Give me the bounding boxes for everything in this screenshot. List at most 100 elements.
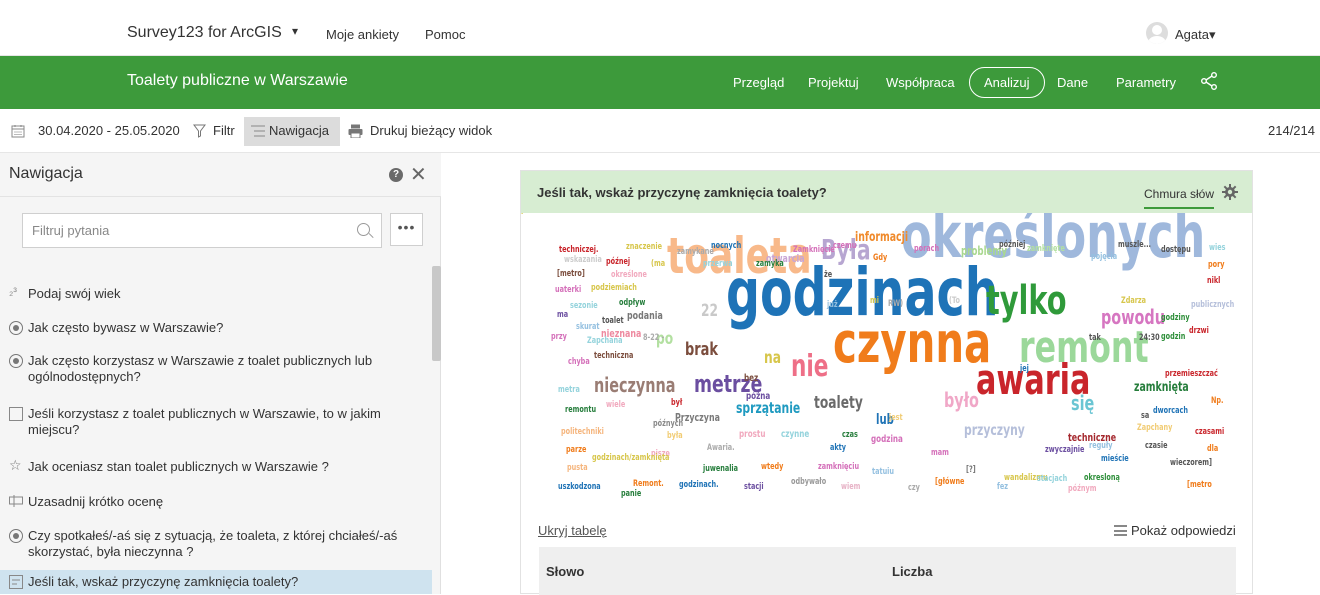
close-icon[interactable]: ✕	[410, 162, 427, 187]
tab-design[interactable]: Projektuj	[808, 75, 859, 90]
word-cloud-word: podania	[627, 309, 663, 323]
question-item[interactable]: Podaj swój wiek	[28, 286, 408, 302]
nav-my-surveys[interactable]: Moje ankiety	[326, 27, 399, 42]
tab-data[interactable]: Dane	[1057, 75, 1088, 90]
word-cloud-word: sprzątanie	[736, 399, 801, 417]
filter-questions-field[interactable]	[22, 213, 382, 248]
word-cloud-word: przy	[551, 331, 567, 342]
app-brand[interactable]: Survey123 for ArcGIS	[127, 24, 282, 42]
checkbox-icon	[9, 407, 23, 421]
word-cloud-word: Gdy	[873, 252, 888, 263]
word-cloud-word: był	[671, 397, 683, 408]
word-cloud-word: nocnych	[711, 240, 742, 251]
word-cloud-word: 24:30	[1139, 332, 1160, 343]
nav-help[interactable]: Pomoc	[425, 27, 465, 42]
word-cloud-word: podziemiach	[591, 282, 637, 293]
word-cloud-word: akty	[830, 442, 847, 453]
word-cloud-word: metra	[558, 384, 580, 395]
word-cloud-word: nieczynna	[594, 373, 676, 397]
question-item[interactable]: Jak oceniasz stan toalet publicznych w W…	[28, 459, 408, 475]
question-item[interactable]: Jeśli tak, wskaż przyczynę zamknięcia to…	[28, 574, 408, 590]
word-cloud-word: tylko	[986, 278, 1067, 324]
brand-dropdown-caret[interactable]: ▾	[292, 24, 298, 38]
word-cloud-word: 22	[701, 301, 719, 322]
word-cloud-word: toalet	[602, 315, 624, 326]
top-bar: Survey123 for ArcGIS ▾ Moje ankiety Pomo…	[0, 0, 1320, 56]
question-item[interactable]: Czy spotkałeś/-aś się z sytuacją, że toa…	[28, 528, 408, 560]
text-field-icon	[9, 495, 23, 507]
word-cloud-word: Awaria.	[707, 442, 735, 453]
word-cloud-word: dla	[1207, 443, 1219, 454]
word-cloud-tab[interactable]: Chmura słów	[1144, 187, 1215, 209]
tab-overview[interactable]: Przegląd	[733, 75, 784, 90]
word-cloud-word: wieczorem]	[1170, 457, 1212, 468]
panel-scrollbar[interactable]	[432, 266, 441, 361]
word-cloud-word: sa	[1141, 410, 1150, 421]
user-menu[interactable]: Agata▾	[1175, 27, 1216, 43]
word-cloud-word: mi	[870, 295, 879, 306]
word-cloud-word: pory	[1208, 259, 1225, 270]
question-item[interactable]: Jeśli korzystasz z toalet publicznych w …	[28, 406, 408, 438]
word-cloud-word: stacji	[744, 481, 764, 492]
word-cloud-word: Np.	[1211, 395, 1224, 406]
multiline-text-icon	[9, 575, 23, 589]
word-cloud-word: techniczna	[594, 350, 634, 361]
word-cloud-word: pojęcia	[1091, 251, 1118, 262]
question-item[interactable]: Jak często bywasz w Warszawie?	[28, 320, 408, 336]
share-icon[interactable]	[1199, 71, 1219, 91]
question-list: ₂³ Podaj swój wiek Jak często bywasz w W…	[0, 261, 432, 594]
print-icon[interactable]	[348, 124, 363, 138]
word-cloud-word: godzinach.	[679, 479, 719, 490]
word-cloud-word: uszkodzona	[558, 481, 601, 492]
word-cloud-word: czy	[908, 482, 920, 493]
question-analysis-card: Jeśli tak, wskaż przyczynę zamknięcia to…	[520, 170, 1253, 595]
word-cloud-word: zamknięta	[1134, 379, 1189, 395]
word-cloud-word: zamykane	[677, 246, 714, 257]
radio-icon	[9, 321, 23, 335]
word-cloud-word: (ma	[651, 258, 666, 269]
date-range[interactable]: 30.04.2020 - 25.05.2020	[38, 123, 180, 138]
word-cloud-word: przyczyny	[964, 421, 1025, 439]
word-cloud-word: zamknięciu	[818, 461, 860, 472]
word-cloud-word: toalety	[814, 393, 863, 414]
word-cloud-word: Zapchana	[587, 335, 623, 346]
question-item[interactable]: Jak często korzystasz w Warszawie z toal…	[28, 353, 408, 385]
tab-settings[interactable]: Parametry	[1116, 75, 1176, 90]
avatar[interactable]	[1146, 22, 1168, 44]
word-count-table: Słowo Liczba	[539, 547, 1236, 595]
column-header-word: Słowo	[546, 564, 585, 579]
word-cloud-word: zamknięte	[1027, 243, 1065, 254]
word-cloud-word: późnych	[653, 418, 684, 429]
word-cloud-word: tatuiu	[872, 466, 895, 477]
word-cloud-word: czasami	[1195, 426, 1225, 437]
word-cloud-word: Zdarza	[1121, 295, 1147, 306]
word-cloud-word: jej	[1020, 363, 1029, 374]
word-cloud-word: politechniki	[561, 426, 604, 437]
navigation-label[interactable]: Nawigacja	[269, 123, 329, 138]
word-cloud-word: była	[667, 430, 683, 441]
calendar-icon	[11, 125, 25, 138]
tab-analyze[interactable]: Analizuj	[969, 67, 1045, 98]
word-cloud-word: techniczej.	[559, 244, 599, 255]
word-cloud-word: było	[944, 388, 979, 412]
word-cloud-word: prostu	[739, 429, 766, 440]
help-icon[interactable]: ?	[389, 168, 403, 182]
word-cloud-word: Zapchany	[1137, 422, 1173, 433]
filter-button[interactable]: Filtr	[213, 123, 235, 138]
word-cloud-word: pusta	[567, 462, 588, 473]
tab-collaborate[interactable]: Współpraca	[886, 75, 955, 90]
word-cloud-word: parze	[566, 444, 587, 455]
more-options-button[interactable]: •••	[390, 213, 423, 246]
filter-icon[interactable]	[193, 124, 206, 138]
column-header-count: Liczba	[892, 564, 933, 579]
star-icon: ☆	[9, 457, 22, 473]
print-view-button[interactable]: Drukuj bieżący widok	[370, 123, 492, 138]
word-cloud-word: się	[1071, 391, 1095, 415]
search-icon[interactable]	[357, 223, 370, 236]
gear-icon[interactable]	[1222, 184, 1238, 200]
hide-table-link[interactable]: Ukryj tabelę	[538, 523, 607, 538]
word-cloud-word: już	[827, 299, 838, 310]
filter-questions-input[interactable]	[23, 214, 323, 247]
question-item[interactable]: Uzasadnij krótko ocenę	[28, 494, 408, 510]
analyze-toolbar: 30.04.2020 - 25.05.2020 Filtr Nawigacja …	[0, 109, 1320, 153]
